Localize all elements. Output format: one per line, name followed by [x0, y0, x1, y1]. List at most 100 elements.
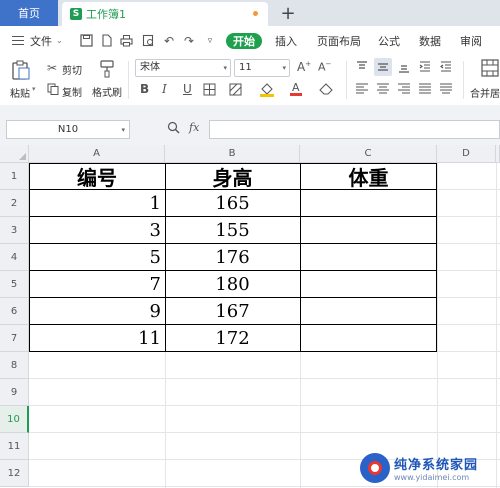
row-header-8[interactable]: 8 — [0, 352, 29, 379]
save-icon[interactable] — [79, 34, 93, 48]
export-pdf-icon[interactable] — [99, 34, 113, 48]
cell-c4[interactable] — [300, 244, 437, 271]
indent-icon[interactable] — [418, 60, 432, 76]
font-size-select[interactable]: 11 ▾ — [234, 59, 290, 77]
row-header-12[interactable]: 12 — [0, 460, 29, 487]
cell-b6[interactable]: 167 — [165, 298, 300, 325]
cell-c6[interactable] — [300, 298, 437, 325]
row-header-1[interactable]: 1 — [0, 163, 29, 190]
row-header-6[interactable]: 6 — [0, 298, 29, 325]
format-painter-button[interactable]: 格式刷 — [92, 84, 122, 99]
eraser-icon[interactable] — [319, 83, 333, 97]
row-header-3[interactable]: 3 — [0, 217, 29, 244]
paste-icon[interactable] — [10, 59, 32, 83]
cell-a4[interactable]: 5 — [29, 244, 165, 271]
borders-icon[interactable] — [203, 83, 217, 98]
cell-b3[interactable]: 155 — [165, 217, 300, 244]
zoom-formula-icon[interactable] — [167, 121, 180, 137]
customize-toolbar-icon[interactable]: ▿ — [203, 34, 217, 48]
new-tab-button[interactable]: + — [278, 1, 298, 25]
row-header-10[interactable]: 10 — [0, 406, 29, 433]
column-header-b[interactable]: B — [165, 145, 300, 163]
cell-b7[interactable]: 172 — [165, 325, 300, 352]
cut-icon[interactable]: ✂ — [47, 62, 57, 74]
decrease-font-icon[interactable]: A− — [318, 61, 331, 73]
column-header-d[interactable]: D — [437, 145, 496, 163]
cell-a2[interactable]: 1 — [29, 190, 165, 217]
cell-c7[interactable] — [300, 325, 437, 352]
copy-icon[interactable] — [47, 83, 59, 97]
copy-button[interactable]: 复制 — [62, 84, 82, 99]
align-left-icon[interactable] — [355, 83, 369, 97]
align-right-icon[interactable] — [397, 83, 411, 97]
italic-icon[interactable]: I — [162, 83, 167, 95]
chevron-down-icon: ⌄ — [56, 36, 63, 45]
cell-c3[interactable] — [300, 217, 437, 244]
cell-b4[interactable]: 176 — [165, 244, 300, 271]
font-name-select[interactable]: 宋体 ▾ — [135, 59, 231, 77]
menu-page-layout[interactable]: 页面布局 — [317, 26, 361, 55]
formula-input[interactable] — [209, 120, 500, 139]
cell-a7[interactable]: 11 — [29, 325, 165, 352]
cell-a6[interactable]: 9 — [29, 298, 165, 325]
cut-button[interactable]: 剪切 — [62, 62, 82, 77]
cell-a5[interactable]: 7 — [29, 271, 165, 298]
row-header-5[interactable]: 5 — [0, 271, 29, 298]
column-header-c[interactable]: C — [300, 145, 437, 163]
cell-a3[interactable]: 3 — [29, 217, 165, 244]
font-color-icon[interactable]: A — [289, 81, 303, 98]
cell-b2[interactable]: 165 — [165, 190, 300, 217]
align-bottom-icon[interactable] — [397, 60, 411, 76]
column-header-e[interactable] — [496, 145, 500, 163]
distribute-icon[interactable] — [439, 83, 453, 97]
hamburger-icon[interactable] — [12, 36, 24, 45]
row-header-9[interactable]: 9 — [0, 379, 29, 406]
cell-c5[interactable] — [300, 271, 437, 298]
outdent-icon[interactable] — [439, 60, 453, 76]
undo-icon[interactable]: ↶ — [162, 34, 176, 48]
align-top-icon[interactable] — [355, 60, 369, 76]
select-all-corner[interactable] — [0, 145, 29, 163]
name-box[interactable]: N10 ▾ — [6, 120, 130, 139]
fx-icon[interactable]: fx — [189, 121, 199, 134]
bold-icon[interactable]: B — [140, 83, 149, 95]
row-header-4[interactable]: 4 — [0, 244, 29, 271]
fill-pattern-icon[interactable] — [229, 83, 243, 98]
merge-cells-icon[interactable] — [481, 59, 499, 79]
merge-center-button[interactable]: 合并居 — [470, 85, 500, 100]
row-header-7[interactable]: 7 — [0, 325, 29, 352]
increase-font-icon[interactable]: A+ — [297, 61, 311, 74]
tab-document[interactable]: S 工作簿1 — [62, 2, 268, 26]
menu-formula[interactable]: 公式 — [378, 26, 400, 55]
row-header-2[interactable]: 2 — [0, 190, 29, 217]
cell-a1[interactable]: 编号 — [29, 163, 165, 190]
justify-icon[interactable] — [418, 83, 432, 97]
align-center-icon[interactable] — [376, 83, 390, 97]
paste-dropdown-icon[interactable]: ▾ — [32, 85, 36, 93]
cell-c2[interactable] — [300, 190, 437, 217]
fill-color-icon[interactable] — [259, 82, 275, 99]
redo-icon[interactable]: ↷ — [182, 34, 196, 48]
cell-b1[interactable]: 身高 — [165, 163, 300, 190]
menu-home-active[interactable]: 开始 — [226, 33, 262, 49]
row-header-11[interactable]: 11 — [0, 433, 29, 460]
print-preview-icon[interactable] — [141, 34, 155, 48]
unsaved-dot-icon — [253, 11, 258, 16]
file-menu-label: 文件 — [30, 34, 52, 48]
ribbon-spacer — [0, 105, 500, 119]
grid-line — [29, 378, 500, 379]
menu-review[interactable]: 审阅 — [460, 26, 482, 55]
menu-insert[interactable]: 插入 — [275, 26, 297, 55]
menu-data[interactable]: 数据 — [419, 26, 441, 55]
underline-icon[interactable]: U — [183, 83, 192, 95]
tab-home[interactable]: 首页 — [0, 0, 58, 26]
watermark-title: 纯净系统家园 — [394, 458, 479, 473]
paste-label[interactable]: 粘贴 — [10, 85, 30, 100]
align-middle-icon[interactable] — [374, 58, 392, 76]
cell-b5[interactable]: 180 — [165, 271, 300, 298]
cell-c1[interactable]: 体重 — [300, 163, 437, 190]
print-icon[interactable] — [119, 34, 133, 48]
column-header-a[interactable]: A — [29, 145, 165, 163]
format-painter-icon[interactable] — [98, 59, 116, 81]
file-menu[interactable]: 文件 ⌄ — [30, 26, 63, 55]
